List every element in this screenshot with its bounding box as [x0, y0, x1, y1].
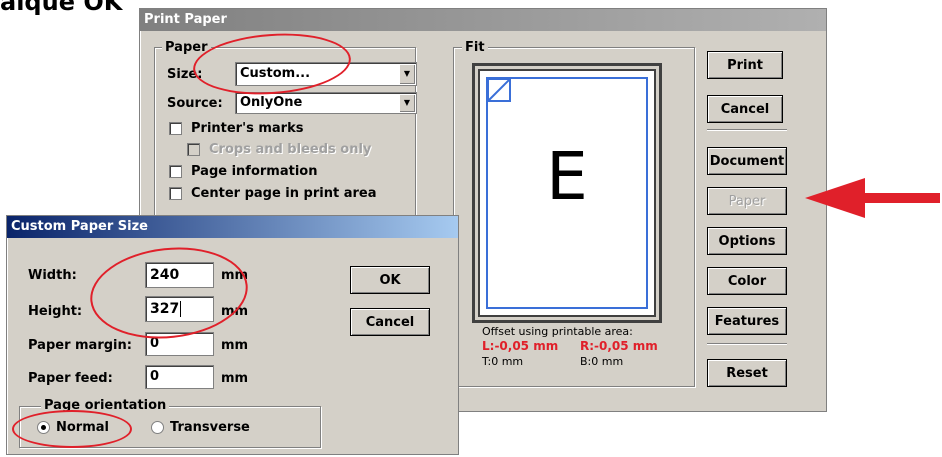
- custom-cancel-button[interactable]: Cancel: [350, 308, 430, 336]
- custom-paper-size-titlebar: Custom Paper Size: [7, 216, 458, 238]
- source-select-value: OnlyOne: [240, 95, 303, 110]
- page-information-label: Page information: [191, 164, 318, 179]
- corner-marker-icon: [487, 78, 511, 102]
- center-page-label: Center page in print area: [191, 186, 377, 201]
- separator: [707, 343, 787, 345]
- ok-button[interactable]: OK: [350, 266, 430, 294]
- paper-button[interactable]: Paper: [707, 187, 787, 215]
- chevron-down-icon[interactable]: ▼: [399, 64, 415, 84]
- height-label: Height:: [28, 304, 83, 319]
- center-page-checkbox[interactable]: [169, 187, 182, 200]
- print-button[interactable]: Print: [707, 51, 783, 79]
- color-button[interactable]: Color: [707, 267, 787, 295]
- orientation-transverse-label: Transverse: [170, 420, 250, 435]
- width-label: Width:: [28, 268, 77, 283]
- orientation-transverse-radio[interactable]: [151, 421, 164, 434]
- page-information-checkbox[interactable]: [169, 165, 182, 178]
- paper-feed-label: Paper feed:: [28, 371, 113, 386]
- crops-bleeds-label: Crops and bleeds only: [209, 142, 372, 157]
- offset-bottom: B:0 mm: [580, 355, 624, 368]
- preview-letter: E: [546, 138, 588, 215]
- offset-label: Offset using printable area:: [482, 325, 633, 338]
- paper-feed-unit: mm: [221, 371, 249, 386]
- page-information-row[interactable]: Page information: [169, 164, 317, 179]
- features-button[interactable]: Features: [707, 307, 787, 335]
- orientation-transverse-row[interactable]: Transverse: [151, 420, 250, 435]
- chevron-down-icon[interactable]: ▼: [399, 94, 415, 112]
- paper-margin-unit: mm: [221, 338, 249, 353]
- page-preview-frame: E: [472, 63, 662, 323]
- offset-right: R:-0,05 mm: [580, 339, 658, 353]
- annotation-ellipse-normal: [12, 410, 132, 448]
- offset-left: L:-0,05 mm: [482, 339, 559, 353]
- source-label: Source:: [167, 96, 223, 111]
- heading-fragment: aique OK: [0, 0, 123, 16]
- fit-group-label: Fit: [462, 41, 488, 55]
- paper-feed-input[interactable]: 0: [145, 365, 214, 389]
- offset-top: T:0 mm: [482, 355, 524, 368]
- paper-margin-label: Paper margin:: [28, 338, 132, 353]
- printers-marks-row[interactable]: Printer's marks: [169, 121, 303, 136]
- center-page-row[interactable]: Center page in print area: [169, 186, 377, 201]
- separator: [707, 129, 787, 131]
- printers-marks-label: Printer's marks: [191, 121, 304, 136]
- printers-marks-checkbox[interactable]: [169, 122, 182, 135]
- options-button[interactable]: Options: [707, 227, 787, 255]
- print-paper-titlebar: Print Paper: [140, 9, 826, 31]
- red-arrow-icon: [805, 178, 940, 218]
- reset-button[interactable]: Reset: [707, 359, 787, 387]
- document-button[interactable]: Document: [707, 147, 787, 175]
- crops-bleeds-row: Crops and bleeds only: [187, 142, 371, 157]
- source-select[interactable]: OnlyOne ▼: [235, 92, 417, 114]
- cancel-button[interactable]: Cancel: [707, 95, 783, 123]
- crops-bleeds-checkbox: [187, 143, 200, 156]
